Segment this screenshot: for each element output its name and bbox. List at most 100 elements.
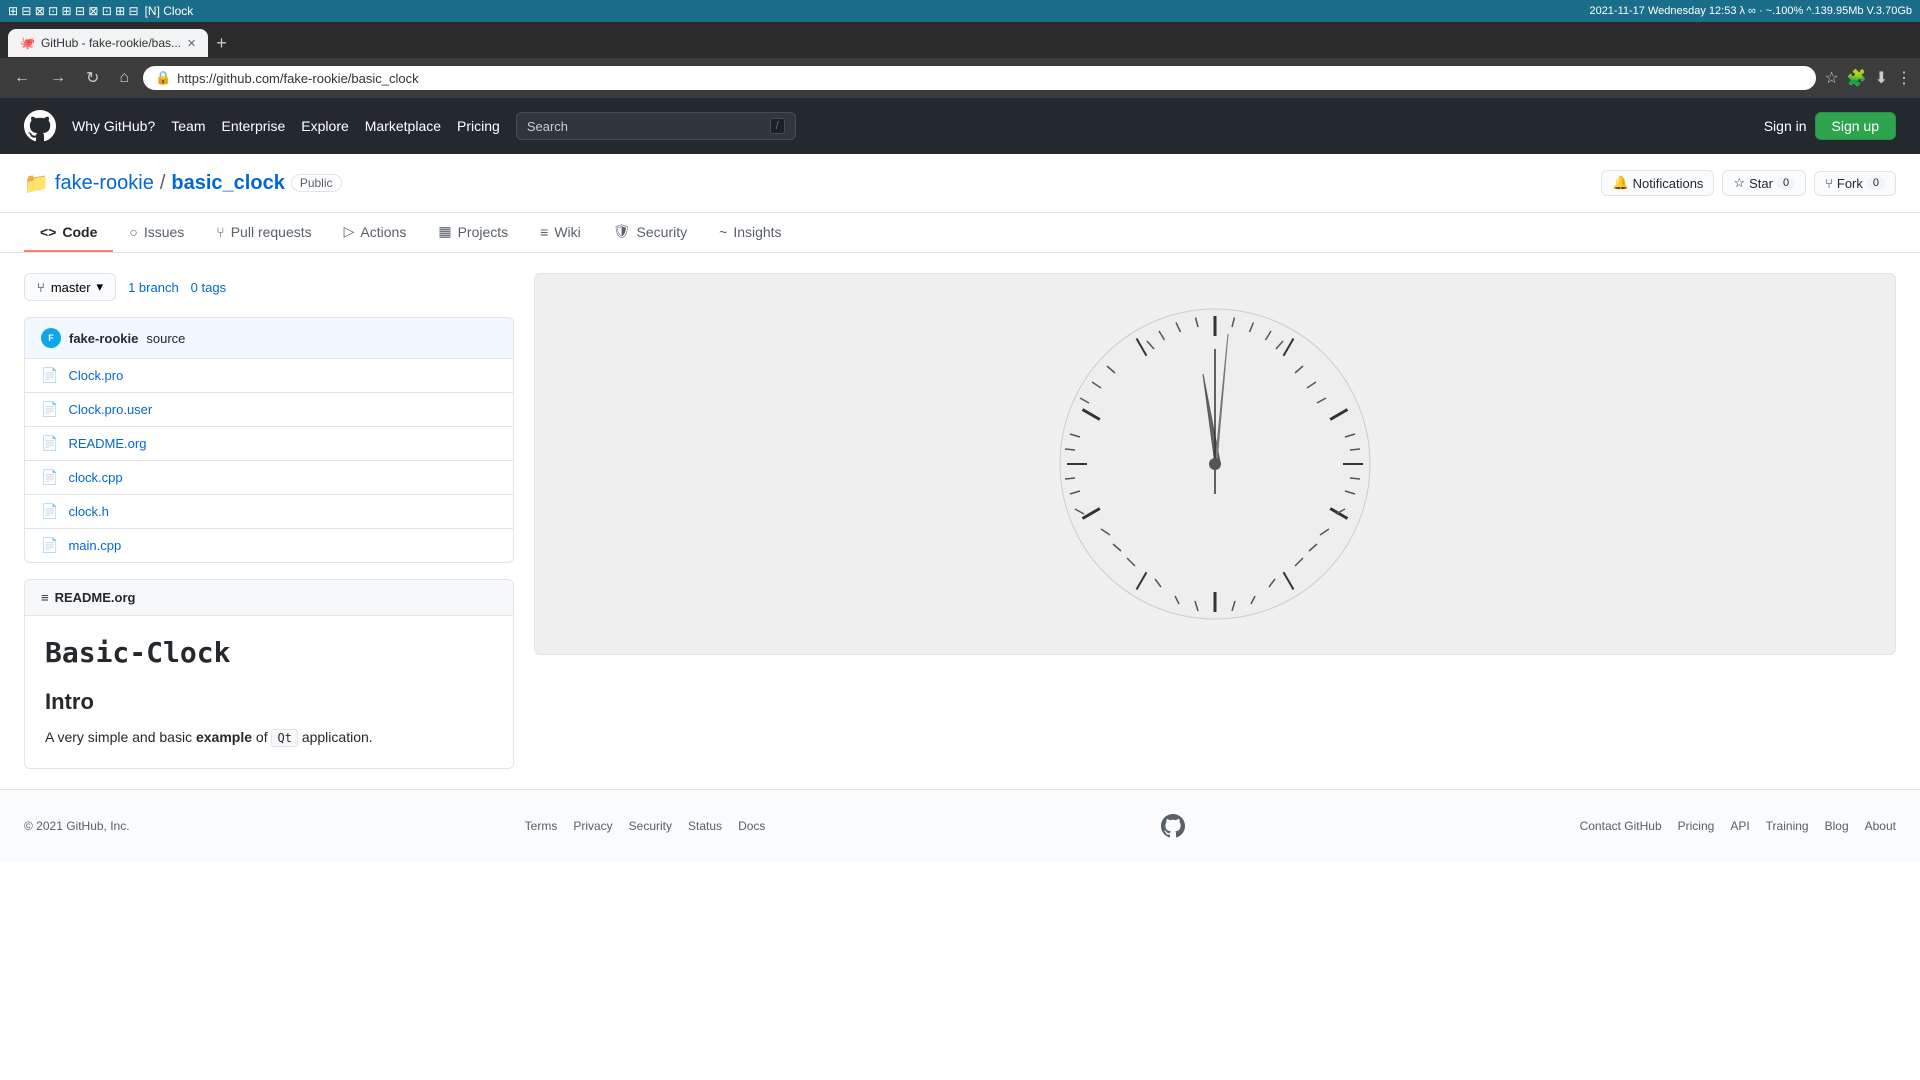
file-row: 📄 README.org: [25, 427, 513, 461]
notifications-button[interactable]: 🔔 Notifications: [1601, 170, 1714, 196]
branch-icon: ⑂: [37, 280, 45, 295]
star-icon: ☆: [1733, 175, 1745, 191]
tab-projects[interactable]: ▦ Projects: [422, 213, 524, 252]
footer-link-status[interactable]: Status: [688, 819, 722, 833]
file-link-readme[interactable]: README.org: [68, 436, 497, 451]
repo-breadcrumb: 📁 fake-rookie / basic_clock Public: [24, 171, 342, 196]
footer-right-links: Contact GitHub Pricing API Training Blog…: [1580, 819, 1896, 833]
tab-actions[interactable]: ▷ Actions: [328, 213, 423, 252]
footer-link-blog[interactable]: Blog: [1825, 819, 1849, 833]
readme-title: Basic-Clock: [45, 636, 493, 669]
projects-icon: ▦: [438, 223, 451, 240]
bell-icon: 🔔: [1612, 175, 1628, 191]
back-button[interactable]: ←: [8, 67, 36, 89]
os-bar-apps: ⊞ ⊟ ⊠ ⊡ ⊞ ⊟ ⊠ ⊡ ⊞ ⊟: [8, 4, 139, 18]
readme-header: ≡ README.org: [25, 580, 513, 616]
nav-enterprise[interactable]: Enterprise: [221, 118, 285, 134]
repo-owner-link[interactable]: fake-rookie: [55, 172, 154, 195]
nav-explore[interactable]: Explore: [301, 118, 348, 134]
dropdown-icon: ▾: [97, 279, 104, 295]
footer-inner: © 2021 GitHub, Inc. Terms Privacy Securi…: [24, 814, 1896, 838]
footer-copyright: © 2021 GitHub, Inc.: [24, 819, 130, 833]
nav-team[interactable]: Team: [171, 118, 205, 134]
settings-button[interactable]: ⋮: [1896, 68, 1912, 88]
footer: © 2021 GitHub, Inc. Terms Privacy Securi…: [0, 789, 1920, 862]
tab-wiki[interactable]: ≡ Wiki: [524, 213, 597, 252]
tab-bar: 🐙 GitHub - fake-rookie/bas... ✕ +: [0, 22, 1920, 58]
file-link-clock-pro[interactable]: Clock.pro: [68, 368, 497, 383]
fork-button[interactable]: ⑂ Fork 0: [1814, 171, 1896, 196]
address-bar[interactable]: 🔒 https://github.com/fake-rookie/basic_c…: [143, 66, 1816, 90]
tab-pr-label: Pull requests: [231, 224, 312, 240]
insights-icon: ~: [719, 224, 727, 240]
bookmark-button[interactable]: ☆: [1824, 68, 1838, 88]
tab-code[interactable]: <> Code: [24, 213, 113, 252]
file-link-clock-pro-user[interactable]: Clock.pro.user: [68, 402, 497, 417]
nav-why-github[interactable]: Why GitHub?: [72, 118, 155, 134]
readme-code: Qt: [271, 729, 297, 747]
tab-insights[interactable]: ~ Insights: [703, 213, 797, 252]
tab-issues-label: Issues: [144, 224, 184, 240]
signin-button[interactable]: Sign in: [1764, 118, 1807, 134]
star-count: 0: [1777, 177, 1795, 189]
commit-user: fake-rookie: [69, 331, 138, 346]
footer-link-security[interactable]: Security: [629, 819, 672, 833]
star-button[interactable]: ☆ Star 0: [1722, 170, 1806, 196]
github-logo: [24, 110, 56, 142]
tab-issues[interactable]: ○ Issues: [113, 213, 200, 252]
new-tab-button[interactable]: +: [212, 33, 231, 54]
footer-link-pricing[interactable]: Pricing: [1678, 819, 1715, 833]
footer-link-contact[interactable]: Contact GitHub: [1580, 819, 1662, 833]
file-icon: 📄: [41, 435, 58, 452]
footer-link-api[interactable]: API: [1730, 819, 1749, 833]
footer-center: [1161, 814, 1185, 838]
download-button[interactable]: ⬇: [1875, 68, 1888, 88]
branch-selector[interactable]: ⑂ master ▾: [24, 273, 116, 301]
readme-section: ≡ README.org Basic-Clock Intro A very si…: [24, 579, 514, 769]
readme-body: Basic-Clock Intro A very simple and basi…: [25, 616, 513, 768]
file-icon: 📄: [41, 503, 58, 520]
footer-link-privacy[interactable]: Privacy: [573, 819, 612, 833]
signup-button[interactable]: Sign up: [1815, 112, 1896, 140]
footer-left-links: Terms Privacy Security Status Docs: [525, 819, 766, 833]
repo-name-link[interactable]: basic_clock: [171, 172, 284, 195]
file-link-main-cpp[interactable]: main.cpp: [68, 538, 497, 553]
footer-link-training[interactable]: Training: [1766, 819, 1809, 833]
file-icon: 📄: [41, 401, 58, 418]
nav-pricing[interactable]: Pricing: [457, 118, 500, 134]
tab-pull-requests[interactable]: ⑂ Pull requests: [200, 213, 327, 252]
issues-icon: ○: [129, 224, 137, 240]
footer-link-docs[interactable]: Docs: [738, 819, 765, 833]
branch-name: master: [51, 280, 91, 295]
tab-wiki-label: Wiki: [554, 224, 580, 240]
file-link-clock-h[interactable]: clock.h: [68, 504, 497, 519]
forward-button[interactable]: →: [44, 67, 72, 89]
search-bar[interactable]: Search /: [516, 112, 796, 140]
tab-security[interactable]: 🛡 Security: [597, 213, 703, 252]
footer-link-terms[interactable]: Terms: [525, 819, 558, 833]
readme-text-bold: example: [196, 729, 252, 745]
tab-insights-label: Insights: [733, 224, 781, 240]
branch-count-link[interactable]: 1 branch: [128, 280, 179, 295]
nav-marketplace[interactable]: Marketplace: [365, 118, 441, 134]
fork-count: 0: [1867, 177, 1885, 189]
extensions-button[interactable]: 🧩: [1847, 68, 1867, 88]
visibility-badge: Public: [291, 174, 342, 192]
notifications-label: Notifications: [1633, 176, 1704, 191]
file-link-clock-cpp[interactable]: clock.cpp: [68, 470, 497, 485]
footer-link-about[interactable]: About: [1865, 819, 1896, 833]
nav-bar: ← → ↻ ⌂ 🔒 https://github.com/fake-rookie…: [0, 58, 1920, 98]
file-row: 📄 clock.cpp: [25, 461, 513, 495]
left-panel: ⑂ master ▾ 1 branch 0 tags F fake-rookie…: [24, 273, 514, 769]
browser-tab[interactable]: 🐙 GitHub - fake-rookie/bas... ✕: [8, 29, 208, 57]
home-button[interactable]: ⌂: [113, 67, 135, 89]
footer-github-logo: [1161, 814, 1185, 838]
search-placeholder: Search: [527, 119, 568, 134]
file-list: F fake-rookie source 📄 Clock.pro 📄 Clock…: [24, 317, 514, 563]
tag-count-link[interactable]: 0 tags: [191, 280, 226, 295]
tab-projects-label: Projects: [458, 224, 509, 240]
readme-text-middle: of: [252, 729, 271, 745]
refresh-button[interactable]: ↻: [80, 66, 105, 90]
tab-close-button[interactable]: ✕: [187, 37, 196, 50]
tab-security-label: Security: [637, 224, 688, 240]
